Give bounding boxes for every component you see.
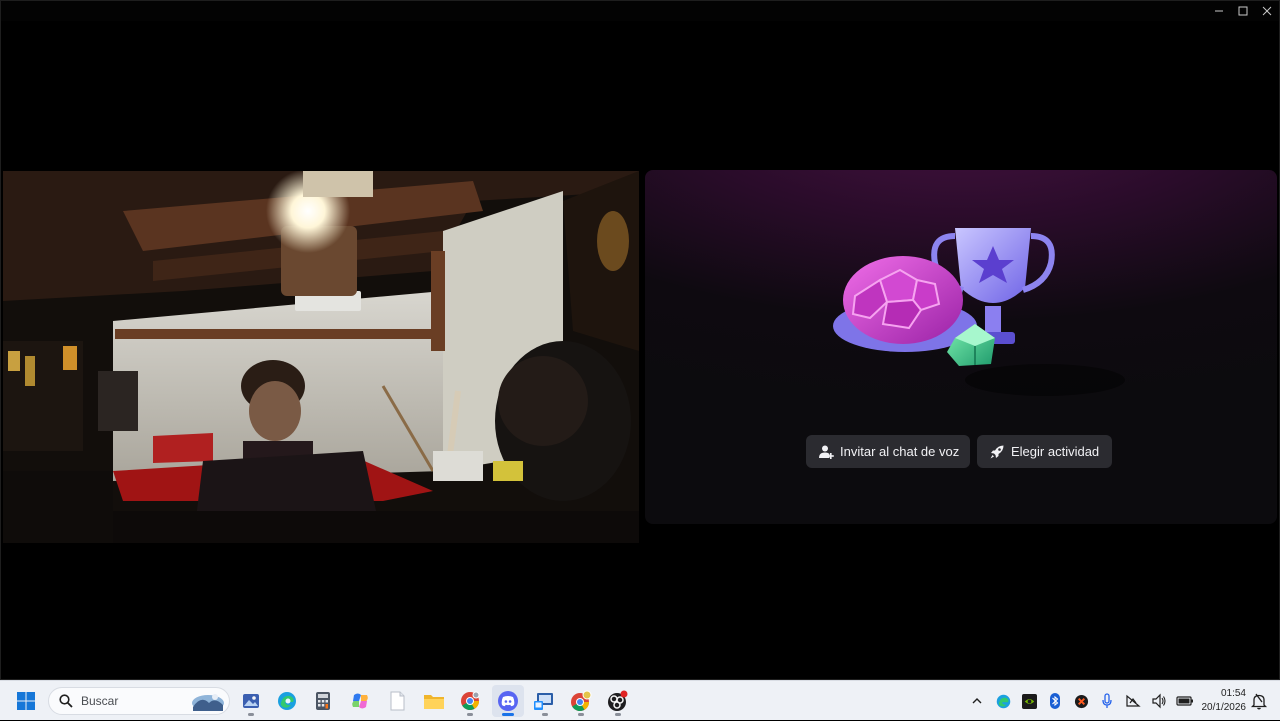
network-icon[interactable] — [1120, 681, 1146, 721]
discord-window: Invitar al chat de voz Elegir actividad — [0, 0, 1280, 680]
start-button[interactable] — [10, 685, 42, 717]
nvidia-icon[interactable] — [1016, 681, 1042, 721]
search-icon — [59, 694, 73, 708]
camera-feed-image — [3, 171, 639, 543]
voice-call-stage: Invitar al chat de voz Elegir actividad — [1, 21, 1279, 679]
taskbar-copilot[interactable] — [344, 685, 376, 717]
discord-icon — [498, 691, 518, 711]
title-bar — [1, 1, 1279, 21]
copilot-icon — [352, 693, 368, 709]
system-tray — [964, 681, 1198, 721]
taskbar-calculator[interactable] — [307, 685, 339, 717]
taskbar-chrome-profile[interactable] — [565, 685, 597, 717]
taskbar-clock[interactable]: 01:54 20/1/2026 — [1190, 687, 1247, 715]
running-indicator — [578, 713, 584, 716]
obs-icon — [608, 690, 628, 711]
window-controls — [1207, 1, 1279, 21]
running-indicator — [615, 713, 621, 716]
search-placeholder: Buscar — [81, 694, 119, 708]
edge-tray-icon[interactable] — [990, 681, 1016, 721]
taskbar-notepad[interactable] — [381, 685, 413, 717]
clock-time: 01:54 — [1220, 688, 1246, 699]
close-icon[interactable] — [1255, 1, 1279, 21]
bluetooth-icon[interactable] — [1042, 681, 1068, 721]
notepad-icon — [390, 691, 405, 711]
minimize-icon[interactable] — [1207, 1, 1231, 21]
activity-panel: Invitar al chat de voz Elegir actividad — [645, 170, 1277, 524]
taskbar-discord[interactable] — [492, 685, 524, 717]
notification-bell-icon[interactable] — [1250, 692, 1268, 710]
camera-video-tile[interactable] — [3, 171, 639, 543]
running-indicator — [248, 713, 254, 716]
taskbar-file-explorer[interactable] — [418, 685, 450, 717]
taskbar-edge[interactable] — [271, 685, 303, 717]
taskbar-image-viewer[interactable] — [235, 685, 267, 717]
choose-activity-button[interactable]: Elegir actividad — [977, 435, 1112, 468]
clock-date: 20/1/2026 — [1201, 702, 1247, 713]
maximize-icon[interactable] — [1231, 1, 1255, 21]
trophy-shell-dice-illustration — [833, 228, 1125, 396]
active-indicator — [502, 713, 514, 716]
chrome-icon — [461, 691, 480, 711]
chevron-up-icon[interactable] — [964, 681, 990, 721]
taskbar-obs[interactable] — [602, 685, 634, 717]
choose-activity-label: Elegir actividad — [1011, 444, 1100, 459]
running-indicator — [467, 713, 473, 716]
add-user-icon — [819, 445, 834, 459]
start-icon — [17, 692, 35, 710]
taskbar-search-box[interactable]: Buscar — [48, 687, 230, 715]
file-explorer-icon — [424, 695, 444, 709]
running-indicator — [542, 713, 548, 716]
network-tool-icon — [534, 693, 553, 710]
taskbar-network-tool[interactable] — [529, 685, 561, 717]
search-highlight-icon — [192, 694, 224, 711]
steelseries-icon[interactable] — [1068, 681, 1094, 721]
chrome-profile-icon — [571, 690, 592, 712]
calculator-icon — [316, 692, 330, 710]
taskbar-chrome[interactable] — [454, 685, 486, 717]
volume-icon[interactable] — [1146, 681, 1172, 721]
invite-to-voice-button[interactable]: Invitar al chat de voz — [806, 435, 970, 468]
rocket-icon — [990, 445, 1004, 458]
edge-icon — [278, 692, 296, 710]
windows-taskbar: Buscar 01:54 20/1/2026 — [0, 680, 1280, 720]
microphone-icon[interactable] — [1094, 681, 1120, 721]
image-viewer-icon — [243, 694, 259, 708]
invite-button-label: Invitar al chat de voz — [840, 444, 960, 459]
